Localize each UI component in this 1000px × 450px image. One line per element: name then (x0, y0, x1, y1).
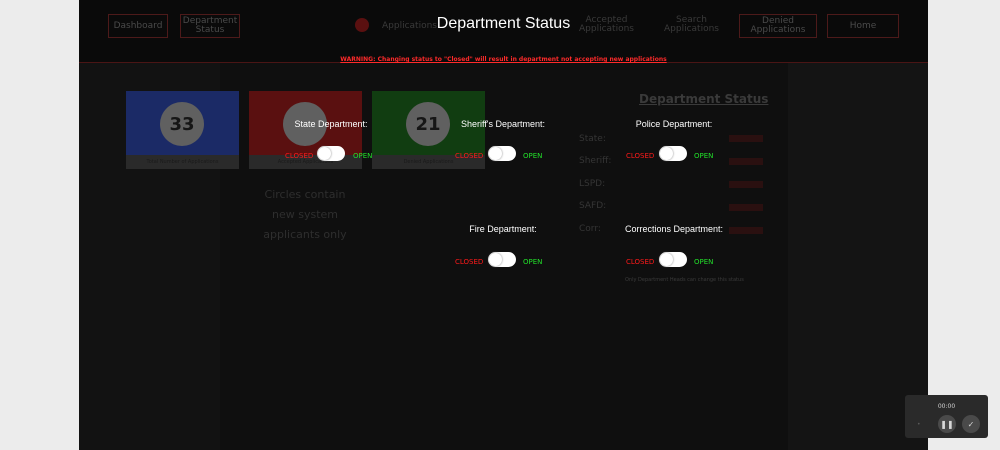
corrections-toggle-knob (660, 253, 673, 266)
police-open-label: OPEN (694, 152, 714, 160)
state-open-label: OPEN (353, 152, 373, 160)
status-value-lspd (729, 181, 763, 188)
status-row-lspd: LSPD: (579, 179, 606, 189)
police-toggle-knob (660, 147, 673, 160)
dept-label-sheriff: Sheriff's Department: (460, 119, 546, 129)
dept-label-fire: Fire Department: (469, 224, 537, 234)
status-row-state: State: (579, 134, 606, 144)
sheriff-open-label: OPEN (523, 152, 543, 160)
police-closed-label: CLOSED (626, 152, 655, 160)
fire-status-toggle[interactable] (488, 252, 516, 267)
status-panel-title: Department Status (639, 92, 769, 106)
sheriff-status-toggle[interactable] (488, 146, 516, 161)
dept-label-corrections: Corrections Department: (624, 224, 724, 234)
sheriff-closed-label: CLOSED (455, 152, 484, 160)
status-warning: WARNING: Changing status to "Closed" wil… (340, 56, 667, 63)
state-closed-label: CLOSED (285, 152, 314, 160)
dept-label-police: Police Department: (635, 119, 713, 129)
circles-note: Circles contain new system applicants on… (263, 188, 347, 241)
police-status-toggle[interactable] (659, 146, 687, 161)
fire-open-label: OPEN (523, 258, 543, 266)
check-icon: ✓ (967, 419, 975, 429)
stat-card-total: 33 Total Number of Applications (126, 91, 239, 169)
status-value-sheriff (729, 158, 763, 165)
state-toggle-knob (318, 147, 331, 160)
fire-toggle-knob (489, 253, 502, 266)
modal-title: Department Status (436, 15, 571, 32)
pause-button[interactable]: ❚❚ (938, 415, 956, 433)
stat-total-value: 33 (160, 102, 204, 146)
left-panel (79, 0, 220, 450)
status-row-safd: SAFD: (579, 201, 607, 211)
status-row-corr: Corr: (579, 224, 601, 234)
fire-closed-label: CLOSED (455, 258, 484, 266)
status-value-state (729, 135, 763, 142)
recorder-widget: 00:00 • ❚❚ ✓ (905, 395, 988, 438)
department-heads-note: Only Department Heads can change this st… (625, 277, 744, 283)
recorder-time: 00:00 (937, 403, 956, 410)
page: Dashboard Department Status Applications… (79, 0, 928, 450)
stat-total-label: Total Number of Applications (126, 155, 239, 169)
dept-label-state: State Department: (294, 119, 368, 129)
corrections-status-toggle[interactable] (659, 252, 687, 267)
right-panel (788, 0, 928, 450)
corrections-open-label: OPEN (694, 258, 714, 266)
state-status-toggle[interactable] (317, 146, 345, 161)
sheriff-toggle-knob (489, 147, 502, 160)
corrections-closed-label: CLOSED (626, 258, 655, 266)
check-button[interactable]: ✓ (962, 415, 980, 433)
recorder-dot-icon: • (917, 421, 921, 428)
status-value-safd (729, 204, 763, 211)
status-row-sheriff: Sheriff: (579, 156, 612, 166)
pause-icon: ❚❚ (940, 419, 954, 429)
